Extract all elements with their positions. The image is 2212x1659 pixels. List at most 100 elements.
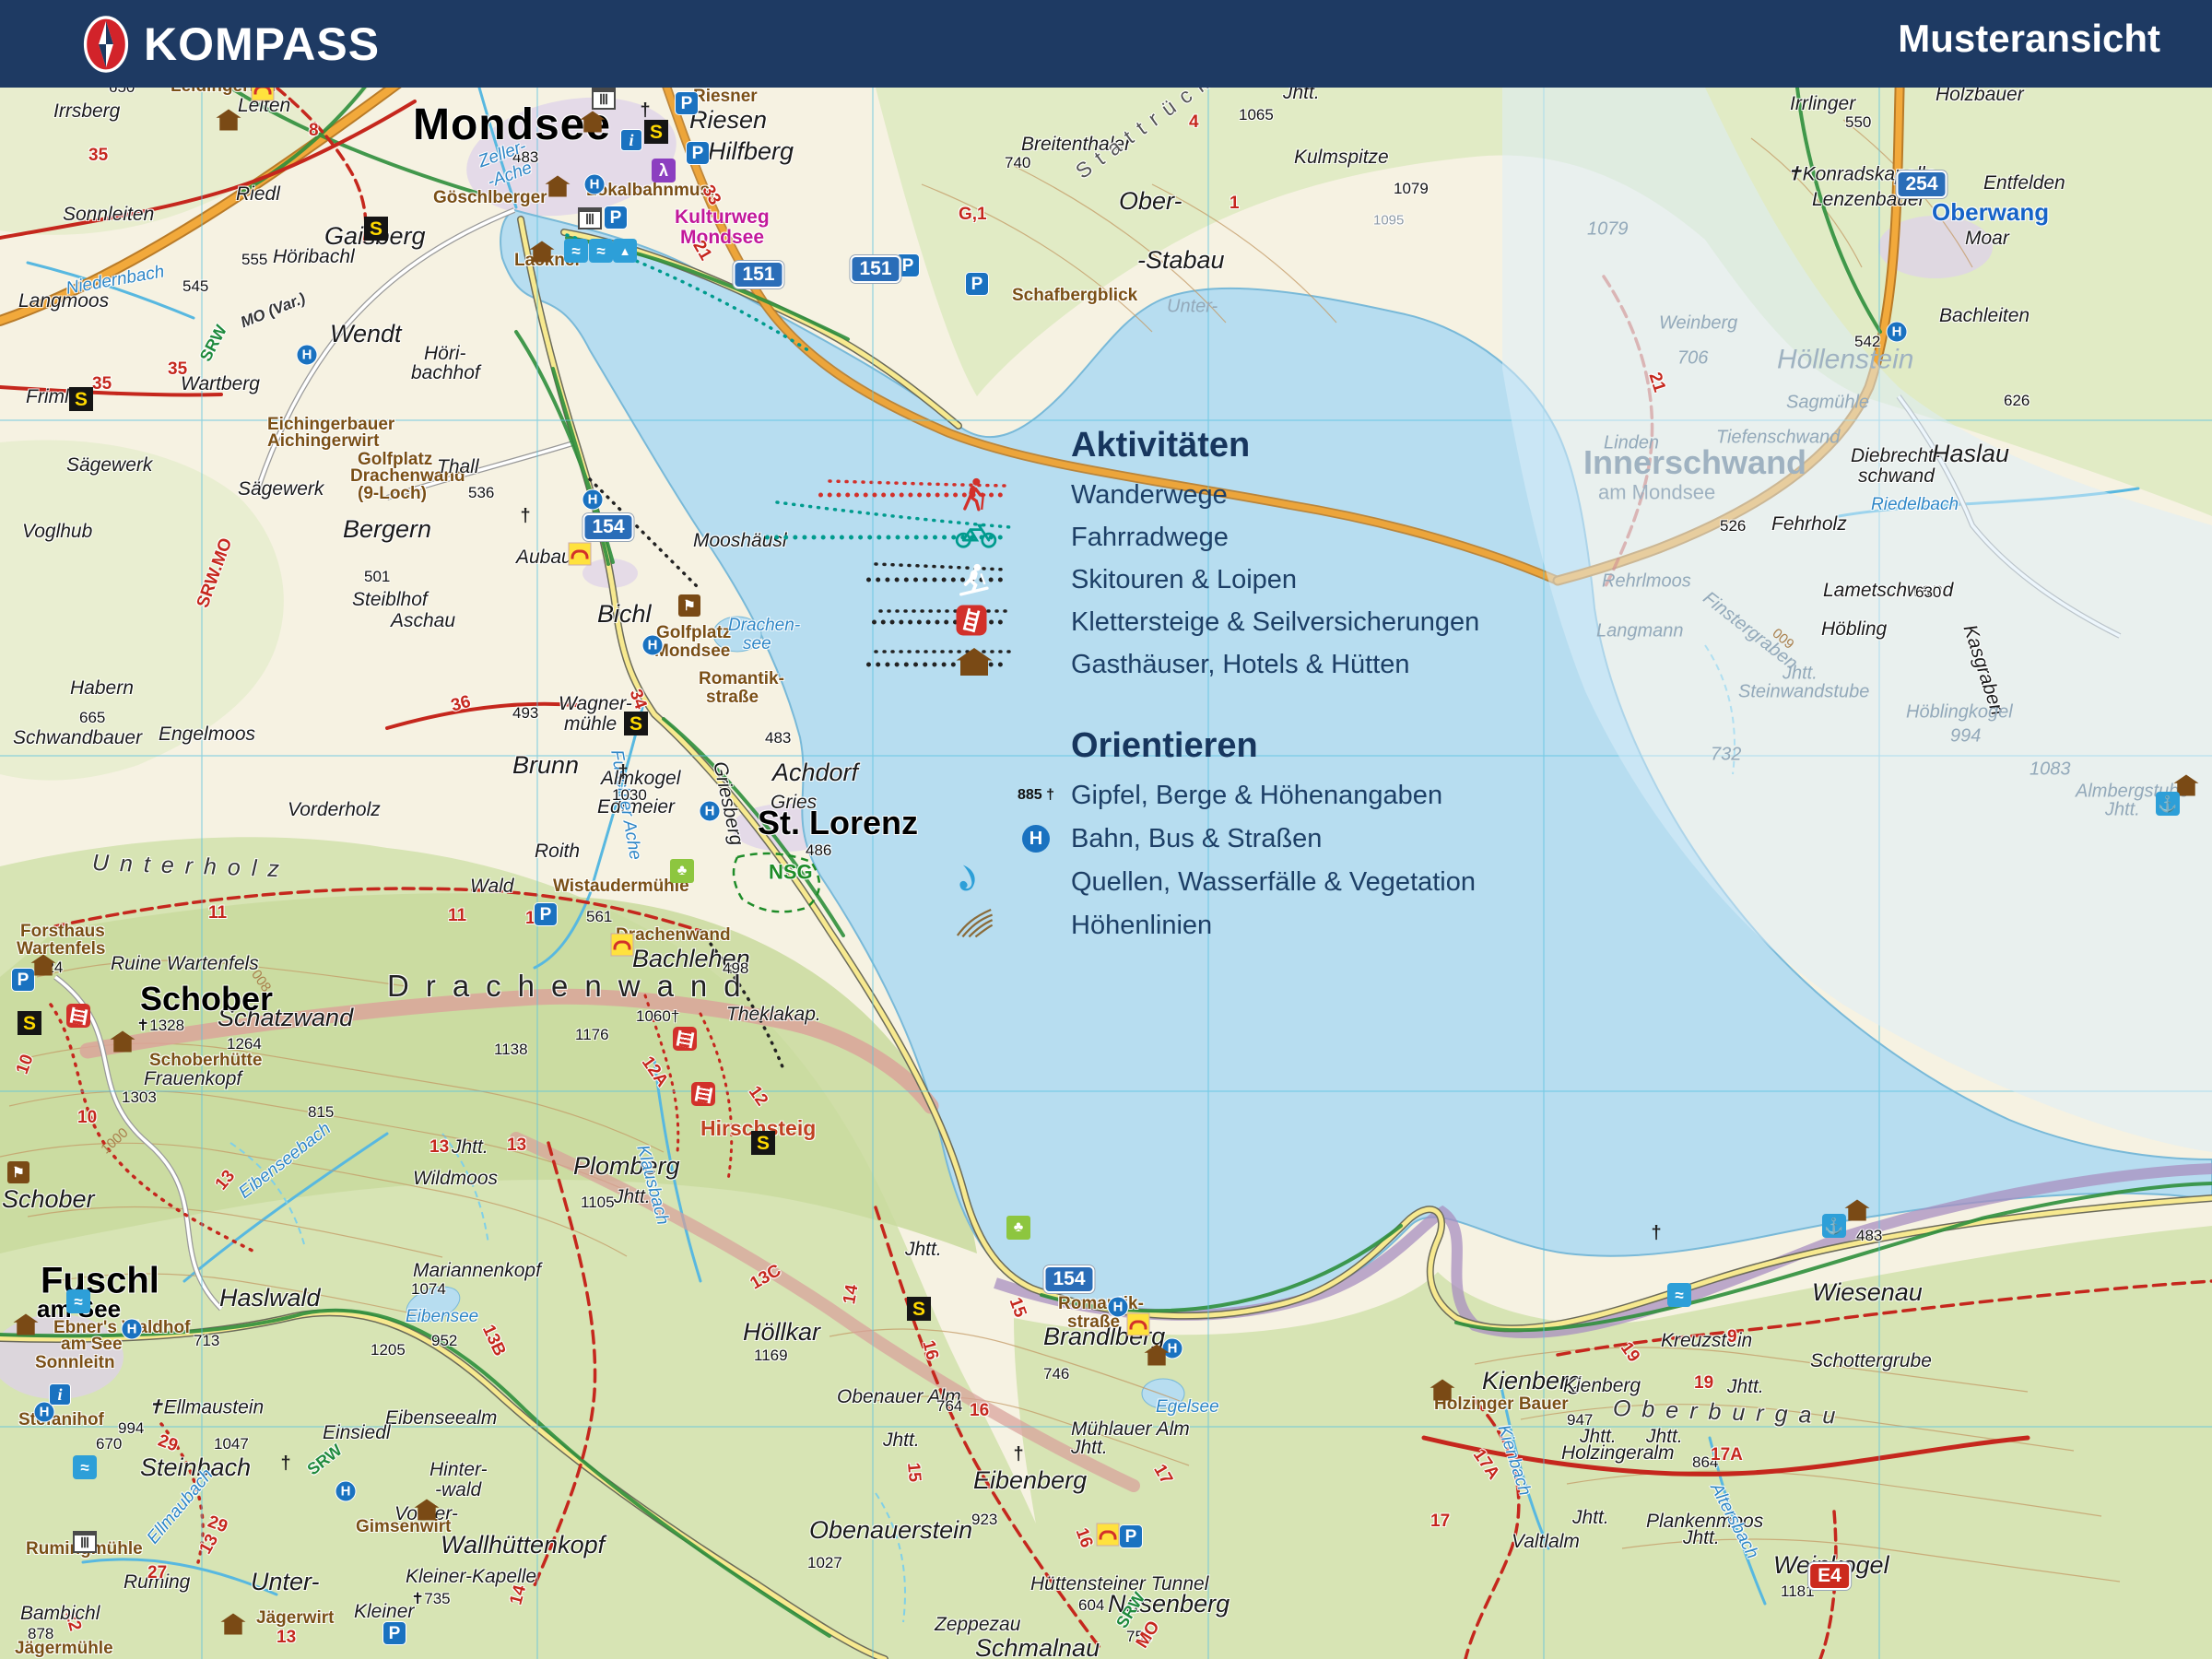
map-label: Mariannenkopf xyxy=(413,1259,541,1281)
spring-icon xyxy=(959,864,1062,900)
map-label: 9 xyxy=(1727,1326,1737,1347)
map-label: see xyxy=(743,633,771,653)
map-label: Kulmspitze xyxy=(1294,146,1389,168)
map-symbol xyxy=(1006,1216,1030,1240)
map-label: Höllenstein xyxy=(1777,344,1914,375)
legend-item-gipfel: 885 † Gipfel, Berge & Höhenangaben xyxy=(955,777,1476,814)
map-label: Langmann xyxy=(1596,620,1684,641)
legend-label: Wanderwege xyxy=(1071,479,1228,510)
map-label: Wartberg xyxy=(181,372,260,394)
map-label: Bichl xyxy=(597,599,652,628)
map-symbol xyxy=(69,387,93,411)
map-label: 1060† xyxy=(636,1007,680,1025)
map-label: 1138 xyxy=(494,1041,528,1058)
map-label: 626 xyxy=(2004,392,2030,409)
map-symbol xyxy=(1667,1283,1691,1307)
legend-label: Skitouren & Loipen xyxy=(1071,564,1298,594)
road-shield: 151 xyxy=(733,261,784,288)
map-label: Brunn xyxy=(512,750,580,779)
map-label: 1065 xyxy=(1239,106,1274,124)
map-label: Lokalbahnmus. xyxy=(586,180,715,200)
map-label: -Stabau xyxy=(1137,245,1225,274)
map-label: 630 xyxy=(1915,583,1942,601)
map-label: 764 xyxy=(936,1397,963,1415)
map-symbol xyxy=(66,1289,90,1313)
map-label: Höribachl xyxy=(273,245,355,267)
road-shield: 254 xyxy=(1896,171,1947,198)
map-label: 4 xyxy=(1189,112,1199,132)
map-label: Kreuzstein xyxy=(1661,1329,1753,1351)
map-label: Frauenkopf xyxy=(144,1067,242,1089)
map-label: 952 xyxy=(431,1332,458,1349)
map-label: 713 xyxy=(194,1332,220,1349)
map-label: Jhtt. xyxy=(2105,799,2140,820)
road-shield: 154 xyxy=(1043,1265,1095,1293)
map-label: 994 xyxy=(118,1419,145,1437)
map-symbol xyxy=(1006,1442,1030,1466)
compass-icon xyxy=(83,15,129,73)
contour-icon xyxy=(956,907,1062,944)
map-label: Höblingkogel xyxy=(1906,701,2013,723)
map-label: 1079 xyxy=(1394,180,1429,197)
map-label: Schwandbauer xyxy=(13,726,143,748)
map-label: Haslau xyxy=(1932,439,2010,467)
map-label: Gries xyxy=(771,791,818,813)
map-label: 14 xyxy=(840,1283,863,1306)
map-label: Unter- xyxy=(251,1567,320,1595)
map-label: Vorderholz xyxy=(288,798,381,820)
map-symbol xyxy=(673,1027,697,1051)
map-symbol xyxy=(589,239,613,263)
map-symbol xyxy=(620,129,642,151)
bus-stop-icon: H xyxy=(1010,820,1062,857)
map-label: Wald xyxy=(470,875,514,897)
map-label: Sonnleiten xyxy=(63,203,155,225)
map-label: ✝Ellmaustein xyxy=(147,1396,265,1418)
map-label: Wartenfels xyxy=(17,938,106,959)
kompass-logo xyxy=(81,14,131,75)
map-label: 665 xyxy=(79,709,106,726)
map-label: ✝735 xyxy=(411,1590,451,1607)
legend-activities-title: Aktivitäten xyxy=(1071,426,1251,465)
map-label: 526 xyxy=(1720,517,1747,535)
map-symbol xyxy=(364,217,388,241)
map-label: Holzinger Bauer xyxy=(1434,1394,1569,1414)
map-label: Wistaudermühle xyxy=(553,876,689,896)
map-label: Kulturweg xyxy=(675,206,770,228)
map-label: Jhtt. xyxy=(452,1135,488,1158)
legend-item-wanderwege: Wanderwege xyxy=(818,477,1479,513)
legend-item-quellen: Quellen, Wasserfälle & Vegetation xyxy=(955,864,1476,900)
map-label: -wald xyxy=(435,1478,482,1500)
map-label: Irrsberg xyxy=(53,100,121,122)
map-label: Aschau xyxy=(391,609,456,631)
map-label: 555 xyxy=(241,251,268,268)
map-label: Voglhub xyxy=(22,520,93,542)
map-label: Riesen xyxy=(689,105,768,134)
map-label: Egelsee xyxy=(1156,1396,1219,1417)
map-label: am See xyxy=(61,1334,123,1354)
map-label: Bachleiten xyxy=(1939,304,2030,326)
map-label: Ruine Wartenfels xyxy=(111,952,259,974)
map-label: 740 xyxy=(1005,154,1031,171)
map-label: 1083 xyxy=(2030,759,2071,780)
map-symbol xyxy=(644,120,668,144)
map-label: straße xyxy=(706,687,759,707)
map-label: 1205 xyxy=(371,1341,406,1359)
map-label: Mondsee xyxy=(654,641,731,661)
map-label: Stefanihof xyxy=(18,1409,104,1430)
map-label: Schottergrube xyxy=(1810,1349,1932,1371)
map-symbol xyxy=(1096,1523,1120,1547)
map-label: Schober xyxy=(2,1184,95,1213)
map-label: 994 xyxy=(1950,725,1982,747)
legend-item-gasthaeuser: Gasthäuser, Hotels & Hütten xyxy=(866,646,1479,683)
map-label: 542 xyxy=(1854,333,1881,350)
map-label: 1030 xyxy=(612,786,647,804)
map-label: Obenauerstein xyxy=(809,1515,973,1544)
map-label: 17A xyxy=(1711,1444,1743,1465)
map-label: Wiesenau xyxy=(1812,1277,1923,1306)
map-label: Jägerwirt xyxy=(256,1607,335,1628)
map-symbol xyxy=(534,902,558,926)
map-label: Gimsenwirt xyxy=(356,1516,452,1536)
map-label: Höbling xyxy=(1821,618,1888,640)
map-label: Bergern xyxy=(343,514,432,543)
header-bar: KOMPASS Musteransicht xyxy=(0,0,2212,88)
